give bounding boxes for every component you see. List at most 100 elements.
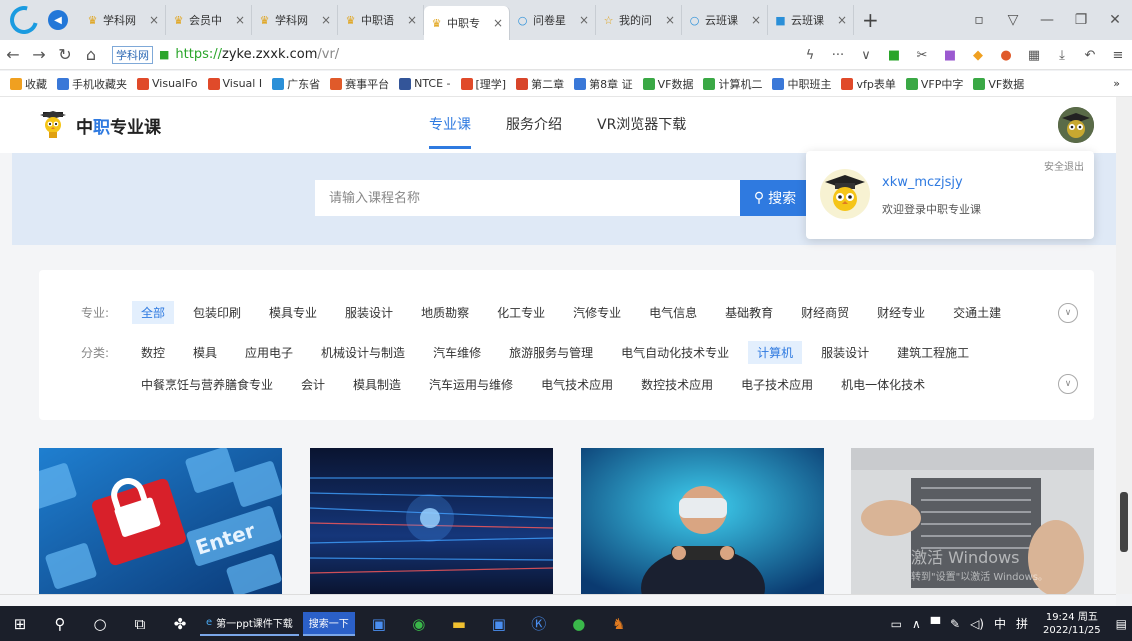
back-icon[interactable]: ← bbox=[0, 45, 26, 64]
filter-option[interactable]: 模具 bbox=[193, 344, 217, 361]
close-tab-icon[interactable]: × bbox=[665, 13, 675, 27]
course-card[interactable]: 激活 Windows 转到"设置"以激活 Windows。 bbox=[851, 448, 1094, 594]
filter-option[interactable]: 电子技术应用 bbox=[741, 376, 813, 393]
task-view-icon[interactable]: ⧉ bbox=[120, 606, 160, 641]
browser-tab[interactable]: ○ 云班课 × bbox=[682, 5, 768, 35]
bookmark-item[interactable]: 第8章 证 bbox=[574, 76, 633, 92]
bookmark-item[interactable]: NTCE - bbox=[399, 77, 451, 90]
nav-item[interactable]: 服务介绍 bbox=[506, 97, 562, 153]
user-avatar[interactable] bbox=[1058, 107, 1094, 143]
clock[interactable]: 19:24 周五 2022/11/25 bbox=[1043, 611, 1101, 637]
new-tab-button[interactable]: + bbox=[862, 8, 879, 32]
filter-option[interactable]: 汽车运用与维修 bbox=[429, 376, 513, 393]
filter-option[interactable]: 机械设计与制造 bbox=[321, 344, 405, 361]
bookmark-item[interactable]: VF数据 bbox=[973, 76, 1024, 92]
more-icon[interactable]: ··· bbox=[824, 48, 852, 63]
cortana-icon[interactable]: ○ bbox=[80, 606, 120, 641]
vertical-scrollbar[interactable] bbox=[1116, 97, 1132, 594]
filter-option[interactable]: 化工专业 bbox=[497, 304, 545, 321]
search-icon[interactable]: ⚲ bbox=[40, 606, 80, 641]
filter-option[interactable]: 财经专业 bbox=[877, 304, 925, 321]
filter-option[interactable]: 模具专业 bbox=[269, 304, 317, 321]
nav-item[interactable]: VR浏览器下载 bbox=[597, 97, 686, 153]
close-tab-icon[interactable]: × bbox=[149, 13, 159, 27]
forward-icon[interactable]: → bbox=[26, 45, 52, 64]
bookmarks-more-icon[interactable]: » bbox=[1113, 77, 1120, 90]
pen-icon[interactable]: ✎ bbox=[950, 617, 960, 631]
course-card[interactable] bbox=[581, 448, 824, 594]
ime-mode[interactable]: 拼 bbox=[1016, 615, 1028, 632]
close-tab-icon[interactable]: × bbox=[579, 13, 589, 27]
expand-majors-icon[interactable]: ∨ bbox=[1058, 303, 1078, 323]
close-tab-icon[interactable]: × bbox=[321, 13, 331, 27]
search-button[interactable]: ⚲ 搜索 bbox=[740, 180, 810, 216]
bookmark-item[interactable]: vfp表单 bbox=[841, 76, 896, 92]
course-card[interactable]: Enter bbox=[39, 448, 282, 594]
browser-tab[interactable]: ♛ 学科网 × bbox=[252, 5, 338, 35]
browser-tab[interactable]: ♛ 中职专 × bbox=[424, 6, 510, 40]
expand-categories-icon[interactable]: ∨ bbox=[1058, 374, 1078, 394]
filter-option[interactable]: 机电一体化技术 bbox=[841, 376, 925, 393]
close-tab-icon[interactable]: × bbox=[407, 13, 417, 27]
tab-list-icon[interactable]: ▫ bbox=[962, 12, 996, 28]
hamburger-menu-icon[interactable]: ≡ bbox=[1104, 48, 1132, 63]
close-tab-icon[interactable]: × bbox=[493, 16, 503, 30]
notification-icon[interactable]: ▤ bbox=[1116, 617, 1127, 631]
bookmark-item[interactable]: 收藏 bbox=[10, 76, 47, 92]
dropdown-icon[interactable]: ∨ bbox=[852, 48, 880, 63]
bookmark-item[interactable]: 广东省 bbox=[272, 76, 320, 92]
lightning-icon[interactable]: ϟ bbox=[796, 48, 824, 63]
filter-option[interactable]: 电气自动化技术专业 bbox=[621, 344, 729, 361]
course-search-input[interactable] bbox=[315, 180, 740, 216]
url-field[interactable]: 学科网 ■ https:// zyke.zxxk.com /vr/ bbox=[112, 45, 339, 64]
filter-option[interactable]: 电气技术应用 bbox=[541, 376, 613, 393]
shield-icon[interactable]: ▽ bbox=[996, 12, 1030, 28]
filter-option[interactable]: 数控技术应用 bbox=[641, 376, 713, 393]
windows-start-icon[interactable]: ⊞ bbox=[0, 606, 40, 641]
close-tab-icon[interactable]: × bbox=[837, 13, 847, 27]
close-window-icon[interactable]: ✕ bbox=[1098, 12, 1132, 28]
word-icon[interactable]: ▣ bbox=[359, 606, 399, 641]
browser-tab[interactable]: ♛ 中职语 × bbox=[338, 5, 424, 35]
scissors-icon[interactable]: ✂ bbox=[908, 48, 936, 63]
extension-purple-icon[interactable]: ■ bbox=[936, 48, 964, 63]
restore-icon[interactable]: ❐ bbox=[1064, 12, 1098, 28]
filter-option[interactable]: 汽修专业 bbox=[573, 304, 621, 321]
bookmark-item[interactable]: 赛事平台 bbox=[330, 76, 389, 92]
extension-icon[interactable]: ■ bbox=[880, 48, 908, 63]
horizontal-scrollbar[interactable] bbox=[0, 594, 1116, 606]
refresh-icon[interactable]: ↻ bbox=[52, 45, 78, 64]
wechat-icon[interactable]: ● bbox=[559, 606, 599, 641]
bookmark-item[interactable]: Visual I bbox=[207, 77, 262, 90]
download-icon[interactable]: ⤓ bbox=[1048, 48, 1076, 63]
filter-option[interactable]: 包装印刷 bbox=[193, 304, 241, 321]
browser-tab[interactable]: ■ 云班课 × bbox=[768, 5, 854, 35]
taskbar-app[interactable]: e 第一ppt课件下载 bbox=[200, 612, 299, 636]
tray-expand-icon[interactable]: ∧ bbox=[912, 617, 921, 631]
shield-extension-icon[interactable]: ◆ bbox=[964, 48, 992, 63]
scrollbar-thumb[interactable] bbox=[1120, 492, 1128, 552]
filter-option[interactable]: 数控 bbox=[141, 344, 165, 361]
apps-grid-icon[interactable]: ▦ bbox=[1020, 48, 1048, 63]
file-explorer-icon[interactable]: ▬ bbox=[439, 606, 479, 641]
browser-logo-icon[interactable] bbox=[4, 0, 44, 40]
bookmark-item[interactable]: 手机收藏夹 bbox=[57, 76, 127, 92]
bookmark-item[interactable]: VisualFo bbox=[137, 77, 198, 90]
filter-option[interactable]: 汽车维修 bbox=[433, 344, 481, 361]
filter-option[interactable]: 基础教育 bbox=[725, 304, 773, 321]
volume-icon[interactable]: ◁) bbox=[970, 617, 984, 631]
bookmark-item[interactable]: 第二章 bbox=[516, 76, 564, 92]
filter-option[interactable]: 服装设计 bbox=[821, 344, 869, 361]
kugou-icon[interactable]: Ⓚ bbox=[519, 606, 559, 641]
home-icon[interactable]: ⌂ bbox=[78, 45, 104, 64]
filter-option[interactable]: 地质勘察 bbox=[421, 304, 469, 321]
pinwheel-app-icon[interactable]: ✤ bbox=[160, 606, 200, 641]
bookmark-item[interactable]: VFP中字 bbox=[905, 76, 963, 92]
close-tab-icon[interactable]: × bbox=[235, 13, 245, 27]
onebook-icon[interactable]: ▣ bbox=[479, 606, 519, 641]
close-tab-icon[interactable]: × bbox=[751, 13, 761, 27]
bookmark-item[interactable]: [理学] bbox=[460, 76, 506, 92]
filter-option[interactable]: 全部 bbox=[132, 300, 175, 324]
game-icon[interactable]: ● bbox=[992, 48, 1020, 63]
browser-tab[interactable]: ○ 问卷星 × bbox=[510, 5, 596, 35]
